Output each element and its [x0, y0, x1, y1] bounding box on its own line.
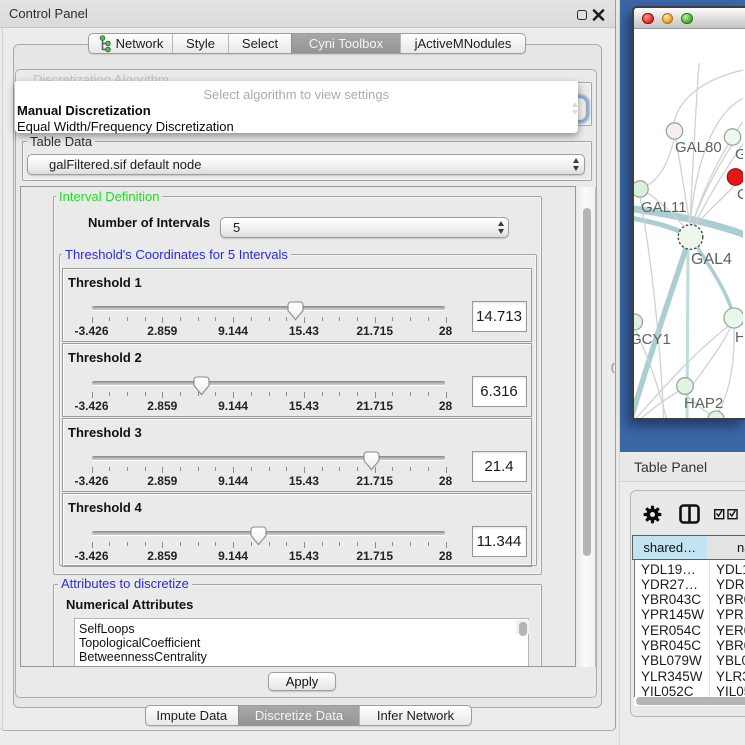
- svg-text:GCY1: GCY1: [634, 331, 671, 348]
- svg-text:H: H: [735, 329, 743, 346]
- svg-text:HAP2: HAP2: [684, 395, 723, 412]
- svg-text:GAL11: GAL11: [641, 199, 687, 216]
- svg-text:GAL80: GAL80: [675, 139, 722, 156]
- svg-text:GA: GA: [735, 146, 743, 163]
- svg-text:C: C: [737, 186, 743, 203]
- svg-text:GAL4: GAL4: [691, 251, 732, 268]
